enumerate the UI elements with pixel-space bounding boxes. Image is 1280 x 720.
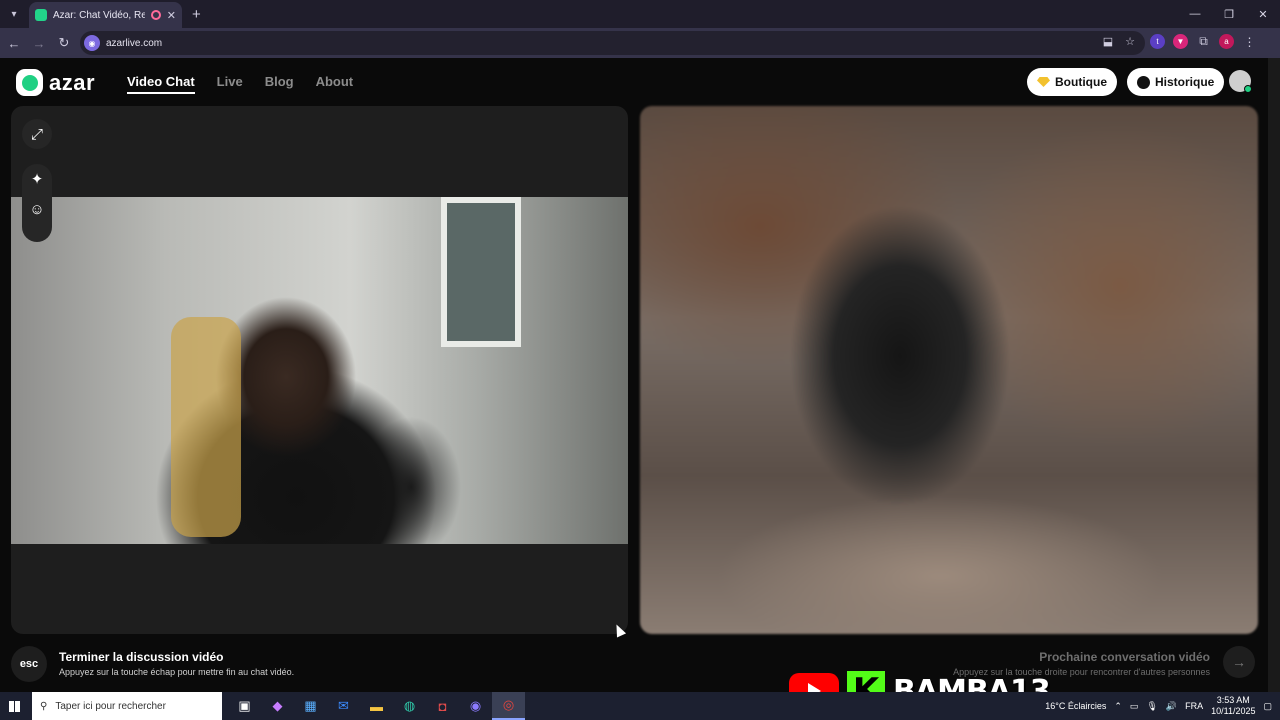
clock-icon	[1137, 75, 1150, 89]
recording-indicator-icon	[150, 10, 161, 20]
microphone-icon[interactable]: 🎙	[1146, 701, 1157, 712]
address-bar[interactable]: ◉ azarlive.com ⬓ ☆	[80, 31, 1145, 55]
extension-t-icon[interactable]: t	[1150, 34, 1165, 49]
local-camera-feed	[11, 197, 628, 544]
extension-shield-icon[interactable]: ▼	[1173, 34, 1188, 49]
boutique-label: Boutique	[1055, 75, 1107, 89]
esc-key-button[interactable]: esc	[11, 646, 47, 682]
browser-tab[interactable]: Azar: Chat Vidéo, Rencontre ✕	[29, 2, 182, 28]
tray-overflow-icon[interactable]: ⌃	[1114, 701, 1122, 712]
clock-date: 10/11/2025	[1211, 706, 1256, 716]
mail-icon[interactable]: ✉	[327, 692, 360, 720]
remote-video-panel	[640, 106, 1258, 634]
nav-about[interactable]: About	[316, 74, 354, 94]
new-tab-button[interactable]: +	[192, 6, 201, 23]
volume-icon[interactable]: 🔊	[1166, 701, 1177, 712]
system-tray: 16°C Éclaircies ⌃ ▭ 🎙 🔊 FRA 3:53 AM 10/1…	[1045, 692, 1280, 720]
store-icon[interactable]: ▦	[294, 692, 327, 720]
expand-button[interactable]: ⤢	[22, 119, 52, 149]
end-chat-description: Appuyez sur la touche échap pour mettre …	[59, 667, 295, 677]
close-window-button[interactable]: ✕	[1246, 0, 1280, 28]
local-video-panel	[11, 106, 628, 634]
azar-favicon-icon	[35, 9, 47, 21]
taskbar-apps: ▣ ◆ ▦ ✉ ▬ ◍ ◘ ◉ ◎	[228, 692, 525, 720]
edge-icon[interactable]: ◍	[393, 692, 426, 720]
tab-close-icon[interactable]: ✕	[167, 9, 176, 22]
online-status-dot	[1244, 85, 1252, 93]
windows-taskbar: ⚲ Taper ici pour rechercher ▣ ◆ ▦ ✉ ▬ ◍ …	[0, 692, 1280, 720]
url-text[interactable]: azarlive.com	[106, 38, 162, 49]
taskbar-search-placeholder: Taper ici pour rechercher	[55, 700, 166, 712]
logo-text: azar	[49, 69, 96, 95]
minimize-button[interactable]: —	[1178, 0, 1212, 28]
nav-video-chat[interactable]: Video Chat	[127, 74, 195, 94]
extensions-puzzle-icon[interactable]: ⧉	[1196, 34, 1211, 49]
task-view-icon[interactable]: ▣	[228, 692, 261, 720]
background-chair	[171, 317, 241, 537]
expand-icon: ⤢	[30, 125, 43, 143]
historique-label: Historique	[1155, 75, 1215, 89]
window-controls: — ❐ ✕	[1178, 0, 1280, 28]
gem-icon	[1037, 77, 1050, 87]
azar-logo-icon	[16, 69, 43, 96]
azar-logo[interactable]: azar	[16, 69, 95, 96]
browser-menu-icon[interactable]: ⋮	[1242, 34, 1257, 49]
end-chat-title: Terminer la discussion vidéo	[59, 650, 224, 664]
install-app-icon[interactable]: ⬓	[1103, 35, 1113, 48]
main-nav: Video Chat Live Blog About	[127, 74, 353, 94]
back-arrow-icon[interactable]: ←	[3, 36, 25, 51]
sparkle-effects-icon[interactable]: ✦	[22, 164, 52, 194]
next-arrow-button[interactable]: →	[1223, 646, 1255, 678]
network-icon[interactable]: ▭	[1130, 701, 1139, 712]
taskbar-search[interactable]: ⚲ Taper ici pour rechercher	[32, 692, 222, 720]
boutique-button[interactable]: Boutique	[1027, 68, 1117, 96]
file-explorer-icon[interactable]: ▬	[360, 692, 393, 720]
effects-toolbar: ✦ ☺	[22, 164, 52, 242]
language-indicator[interactable]: FRA	[1185, 701, 1203, 711]
weather-text[interactable]: 16°C Éclaircies	[1045, 701, 1106, 711]
app-icon[interactable]: ◘	[426, 692, 459, 720]
search-icon: ⚲	[40, 700, 48, 712]
discord-icon[interactable]: ◉	[459, 692, 492, 720]
start-button[interactable]	[0, 692, 28, 720]
tab-search-button[interactable]: ▾	[5, 5, 23, 23]
clock-time: 3:53 AM	[1216, 695, 1250, 705]
face-filter-icon[interactable]: ☺	[22, 194, 52, 224]
forward-arrow-icon[interactable]: →	[28, 36, 50, 51]
historique-button[interactable]: Historique	[1127, 68, 1225, 96]
tab-title: Azar: Chat Vidéo, Rencontre	[53, 9, 145, 21]
page-scrollbar[interactable]	[1268, 58, 1280, 692]
taskbar-clock[interactable]: 3:53 AM 10/11/2025	[1211, 695, 1255, 717]
background-window	[441, 197, 521, 347]
browser-tabbar: ▾ Azar: Chat Vidéo, Rencontre ✕ +	[0, 0, 1280, 28]
nav-live[interactable]: Live	[217, 74, 243, 94]
chrome-icon[interactable]: ◎	[492, 692, 525, 720]
azar-app: azar Video Chat Live Blog About Boutique…	[0, 58, 1280, 692]
notifications-icon[interactable]: ▢	[1263, 701, 1272, 712]
site-info-icon[interactable]: ◉	[84, 35, 100, 51]
profile-avatar[interactable]: a	[1219, 34, 1234, 49]
extensions-area: t ▼ ⧉ a ⋮	[1150, 34, 1257, 49]
windows-logo-icon	[8, 700, 20, 712]
chat-controls-footer: esc Terminer la discussion vidéo Appuyez…	[0, 646, 1280, 692]
maximize-button[interactable]: ❐	[1212, 0, 1246, 28]
nav-blog[interactable]: Blog	[265, 74, 294, 94]
copilot-icon[interactable]: ◆	[261, 692, 294, 720]
next-chat-title: Prochaine conversation vidéo	[1039, 650, 1210, 664]
browser-toolbar: ← → ↻ ◉ azarlive.com ⬓ ☆	[0, 28, 1280, 58]
bookmark-star-icon[interactable]: ☆	[1125, 35, 1135, 48]
reload-icon[interactable]: ↻	[53, 35, 75, 51]
